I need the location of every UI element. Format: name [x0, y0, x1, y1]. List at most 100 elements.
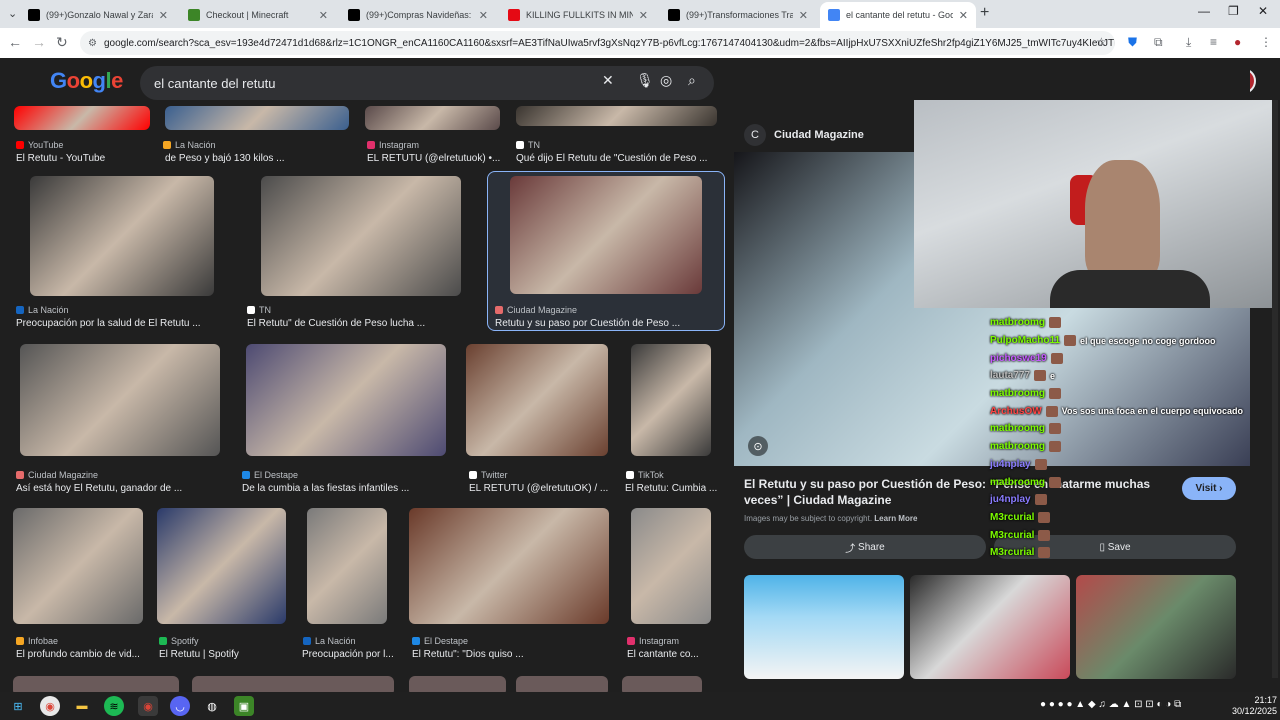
- result-image[interactable]: [246, 344, 446, 456]
- lens-icon[interactable]: ◎: [660, 72, 672, 89]
- media-icon[interactable]: ≡: [1210, 35, 1217, 49]
- tab[interactable]: Checkout | Minecraft ✕: [180, 2, 336, 28]
- obs-icon[interactable]: ◍: [202, 696, 222, 716]
- tab-close-icon[interactable]: ✕: [319, 9, 328, 22]
- menu-icon[interactable]: ⋮: [1260, 35, 1272, 49]
- result-image[interactable]: [13, 676, 179, 692]
- result-source[interactable]: TN: [516, 140, 540, 150]
- result-caption[interactable]: El Retutu | Spotify: [159, 649, 239, 660]
- tab-close-icon[interactable]: ✕: [159, 9, 168, 22]
- result-image[interactable]: [622, 676, 702, 692]
- result-source[interactable]: La Nación: [16, 305, 69, 315]
- reload-icon[interactable]: ↻: [56, 34, 68, 51]
- restore-icon[interactable]: ❐: [1228, 4, 1239, 18]
- result-source[interactable]: Twitter: [469, 470, 508, 480]
- chrome-active-icon[interactable]: ◉: [138, 696, 158, 716]
- share-button[interactable]: ⤴ Share: [744, 535, 986, 559]
- profile-icon[interactable]: ●: [1234, 35, 1241, 49]
- result-source[interactable]: Spotify: [159, 636, 199, 646]
- result-caption[interactable]: Qué dijo El Retutu de "Cuestión de Peso …: [516, 153, 707, 164]
- result-image[interactable]: [14, 106, 150, 130]
- result-caption[interactable]: Retutu y su paso por Cuestión de Peso ..…: [495, 318, 680, 329]
- result-source[interactable]: La Nación: [163, 140, 216, 150]
- forward-icon[interactable]: →: [32, 34, 46, 50]
- result-image[interactable]: [510, 176, 702, 294]
- result-image[interactable]: [631, 344, 711, 456]
- result-caption[interactable]: Preocupación por la salud de El Retutu .…: [16, 318, 201, 329]
- result-source[interactable]: YouTube: [16, 140, 63, 150]
- windows-start-icon[interactable]: ⊞: [8, 696, 28, 716]
- tab-close-icon[interactable]: ✕: [959, 9, 968, 22]
- result-image[interactable]: [192, 676, 394, 692]
- spotify-icon[interactable]: ≋: [104, 696, 124, 716]
- result-caption[interactable]: El cantante co...: [627, 649, 699, 660]
- result-source[interactable]: La Nación: [303, 636, 356, 646]
- result-source[interactable]: Ciudad Magazine: [16, 470, 98, 480]
- result-image[interactable]: [631, 508, 711, 624]
- url-input[interactable]: ⚙ google.com/search?sca_esv=193e4d72471d…: [80, 31, 1115, 55]
- search-input[interactable]: el cantante del retutu: [140, 66, 714, 100]
- result-caption[interactable]: El profundo cambio de vid...: [16, 649, 140, 660]
- tab[interactable]: el cantante del retutu - Google ✕: [820, 2, 976, 28]
- result-image[interactable]: [20, 344, 220, 456]
- related-image[interactable]: [744, 575, 904, 679]
- mic-icon[interactable]: 🎙: [636, 72, 654, 89]
- result-image[interactable]: [466, 344, 608, 456]
- result-image[interactable]: [157, 508, 286, 624]
- minimize-icon[interactable]: —: [1198, 4, 1210, 18]
- tab-close-icon[interactable]: ✕: [639, 9, 648, 22]
- result-caption[interactable]: de Peso y bajó 130 kilos ...: [165, 153, 285, 164]
- result-caption[interactable]: El Retutu": "Dios quiso ...: [412, 649, 524, 660]
- new-tab-button[interactable]: +: [980, 4, 989, 22]
- minecraft-icon[interactable]: ▣: [234, 696, 254, 716]
- tab-close-icon[interactable]: ✕: [479, 9, 488, 22]
- result-caption[interactable]: El Retutu" de Cuestión de Peso lucha ...: [247, 318, 425, 329]
- search-icon[interactable]: ⌕: [688, 72, 696, 89]
- download-icon[interactable]: ⤓: [1186, 35, 1191, 50]
- tray-icons[interactable]: ● ● ● ● ▲ ◆ ♫ ☁ ▲ ⊡ ⊡ ◐ ◑ ⧉: [1040, 699, 1181, 710]
- shield-icon[interactable]: ⛊: [1128, 35, 1137, 50]
- result-image[interactable]: [365, 106, 500, 130]
- result-source[interactable]: TN: [247, 305, 271, 315]
- result-image[interactable]: [409, 676, 506, 692]
- back-icon[interactable]: ←: [8, 34, 22, 50]
- result-image[interactable]: [307, 508, 387, 624]
- learn-more-link[interactable]: Learn More: [874, 514, 917, 523]
- result-image[interactable]: [30, 176, 214, 296]
- result-caption[interactable]: EL RETUTU (@elretutuok) •...: [367, 153, 500, 164]
- result-source[interactable]: El Destape: [242, 470, 298, 480]
- extensions-icon[interactable]: ⧉: [1154, 35, 1163, 50]
- clock[interactable]: 21:17 30/12/2025: [1232, 695, 1277, 717]
- tab[interactable]: (99+)Transformaciones Trans: C ✕: [660, 2, 816, 28]
- result-source[interactable]: Instagram: [367, 140, 419, 150]
- result-image[interactable]: [165, 106, 349, 130]
- file-explorer-icon[interactable]: ▬: [72, 696, 92, 716]
- result-caption[interactable]: EL RETUTU (@elretutuOK) / ...: [469, 483, 608, 494]
- result-caption[interactable]: El Retutu - YouTube: [16, 153, 105, 164]
- result-image[interactable]: [516, 676, 608, 692]
- result-caption[interactable]: El Retutu: Cumbia ...: [625, 483, 717, 494]
- tab-search-icon[interactable]: ⌄: [8, 7, 17, 20]
- site-info-icon[interactable]: ⚙: [88, 38, 97, 49]
- result-source[interactable]: TikTok: [626, 470, 664, 480]
- tab[interactable]: (99+)Compras Navideñas: Tips ✕: [340, 2, 496, 28]
- result-image[interactable]: [13, 508, 143, 624]
- tab-close-icon[interactable]: ✕: [799, 9, 808, 22]
- result-image[interactable]: [261, 176, 461, 296]
- result-image[interactable]: [516, 106, 717, 126]
- google-logo[interactable]: Google: [50, 68, 123, 94]
- result-caption[interactable]: Preocupación por l...: [302, 649, 394, 660]
- tab[interactable]: (99+)Gonzalo Nawal y Zaramay ✕: [20, 2, 176, 28]
- related-image[interactable]: [1076, 575, 1236, 679]
- chrome-icon[interactable]: ◉: [40, 696, 60, 716]
- scrollbar[interactable]: [1272, 100, 1278, 678]
- panel-site-name[interactable]: Ciudad Magazine: [774, 129, 864, 141]
- result-source[interactable]: Ciudad Magazine: [495, 305, 577, 315]
- result-source[interactable]: Instagram: [627, 636, 679, 646]
- related-image[interactable]: [910, 575, 1070, 679]
- tab[interactable]: KILLING FULLKITS IN MINECRA ✕: [500, 2, 656, 28]
- result-image[interactable]: [409, 508, 609, 624]
- close-window-icon[interactable]: ✕: [1258, 4, 1268, 18]
- bookmark-star-icon[interactable]: ☆: [1096, 35, 1107, 49]
- result-source[interactable]: El Destape: [412, 636, 468, 646]
